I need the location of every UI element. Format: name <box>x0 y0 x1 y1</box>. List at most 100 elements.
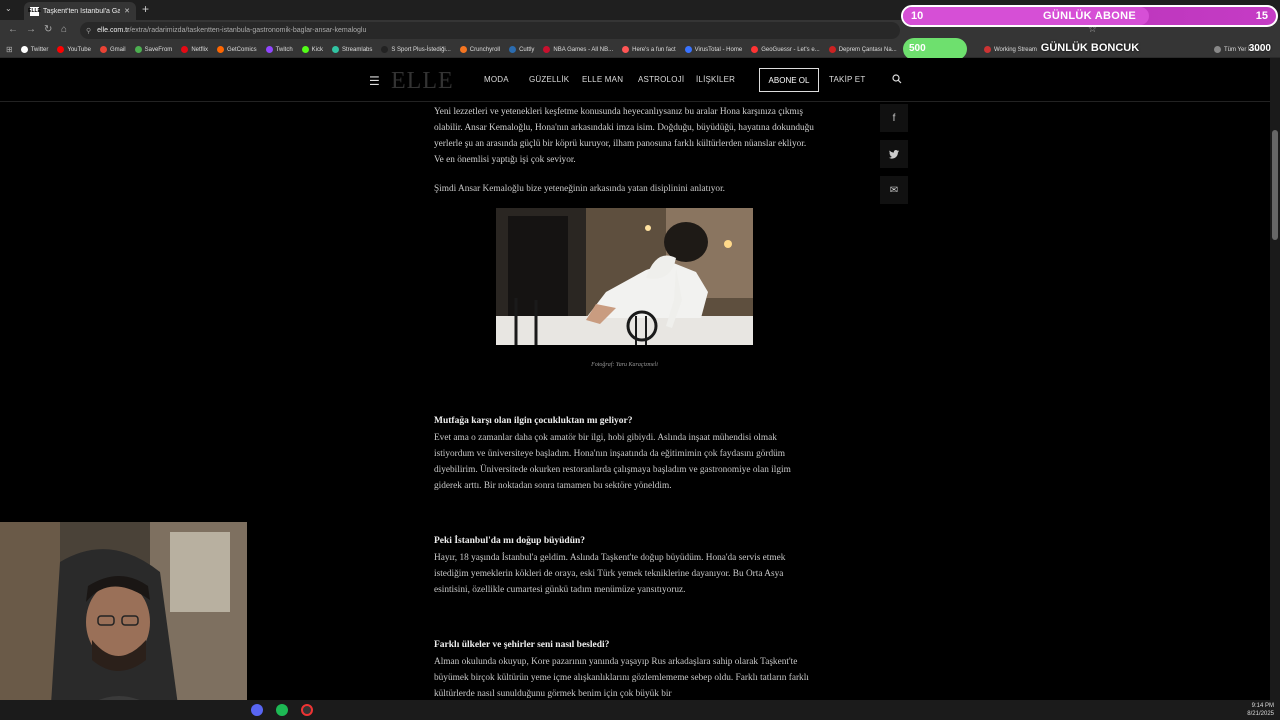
daily-subscriber-goal-overlay: GÜNLÜK ABONE 10 15 <box>901 5 1278 27</box>
question-heading-2: Peki İstanbul'da mı doğup büyüdün? <box>434 536 586 546</box>
bookmark-item[interactable]: Netflix <box>181 46 208 53</box>
bookmark-item[interactable]: Twitter <box>20 46 49 53</box>
subscriber-goal-label: GÜNLÜK ABONE <box>1042 10 1137 22</box>
site-header: ☰ ELLE MODA GÜZELLİK ELLE MAN ASTROLOJİ … <box>0 58 1270 102</box>
nav-astroloji[interactable]: ASTROLOJİ <box>638 75 684 84</box>
bookmark-item[interactable]: Crunchyroll <box>459 46 501 53</box>
url-bar[interactable]: ⚲ elle.com.tr /extra/radarimizda/taskent… <box>80 22 900 39</box>
bookmark-label: Crunchyroll <box>469 46 501 53</box>
bookmark-label: SaveFrom <box>144 46 173 53</box>
tab-title: Taşkent'ten İstanbul'a Gastrono <box>43 7 121 15</box>
search-icon[interactable] <box>892 74 902 87</box>
bookmark-label: Netflix <box>191 46 208 53</box>
bookmark-label: Twitter <box>30 46 49 53</box>
bookmark-favicon-icon <box>332 46 340 53</box>
bookmark-item[interactable]: Twitch <box>265 46 293 53</box>
new-tab-plus-icon[interactable]: + <box>142 2 149 16</box>
twitter-share-icon[interactable] <box>880 140 908 168</box>
system-clock: 9:14 PM 8/21/2025 <box>1247 702 1274 718</box>
bookmark-favicon-icon <box>751 46 759 53</box>
nav-iliskiler[interactable]: İLİŞKİLER <box>696 75 735 84</box>
bookmark-favicon-icon <box>622 46 630 53</box>
bookmark-label: S Sport Plus-İstediği... <box>391 46 451 53</box>
email-share-icon[interactable]: ✉ <box>880 176 908 204</box>
page-scrollbar[interactable] <box>1270 58 1280 700</box>
chrome-icon[interactable] <box>301 704 313 716</box>
elle-logo[interactable]: ELLE <box>391 68 454 95</box>
url-domain: elle.com.tr <box>97 27 130 34</box>
bookmark-item[interactable]: Deprem Çantası Na... <box>828 46 897 53</box>
article-lead: Şimdi Ansar Kemaloğlu bize yeteneğinin a… <box>434 184 725 194</box>
article-photo <box>496 208 753 345</box>
bookmark-item[interactable]: Gmail <box>99 46 126 53</box>
bookmark-item[interactable]: SaveFrom <box>134 46 173 53</box>
bookmark-label: YouTube <box>67 46 91 53</box>
subscriber-goal-target: 15 <box>1255 10 1268 22</box>
bookmark-favicon-icon <box>134 46 142 53</box>
bookmark-favicon-icon <box>20 46 28 53</box>
site-info-icon[interactable]: ⚲ <box>86 27 91 35</box>
photo-caption: Fotoğraf: Yaru Karaçizmeli <box>591 362 658 368</box>
bookmark-label: Streamlabs <box>342 46 373 53</box>
elle-favicon: ELLE <box>28 6 41 16</box>
bookmark-item[interactable]: Streamlabs <box>332 46 372 53</box>
url-path: /extra/radarimizda/taskentten-istanbula-… <box>129 27 367 34</box>
nav-guzellik[interactable]: GÜZELLİK <box>529 75 569 84</box>
bookmark-item[interactable]: S Sport Plus-İstediği... <box>381 46 451 53</box>
bookmark-item[interactable]: YouTube <box>57 46 91 53</box>
bookmark-item[interactable]: Kick <box>301 46 323 53</box>
forward-arrow-icon[interactable]: → <box>26 24 36 35</box>
tab-close-icon[interactable]: ✕ <box>124 7 130 15</box>
bookmark-favicon-icon <box>265 46 273 53</box>
bookmark-favicon-icon <box>99 46 107 53</box>
bookmark-favicon-icon <box>459 46 467 53</box>
hamburger-menu-icon[interactable]: ☰ <box>369 74 380 88</box>
bookmark-favicon-icon <box>684 46 692 53</box>
spotify-icon[interactable] <box>276 704 288 716</box>
daily-bead-goal-overlay: 500 GÜNLÜK BONCUK 3000 <box>903 38 1277 60</box>
back-arrow-icon[interactable]: ← <box>8 24 18 35</box>
follow-link[interactable]: TAKİP ET <box>829 75 865 84</box>
bookmark-favicon-icon <box>828 46 836 53</box>
bookmark-favicon-icon <box>181 46 189 53</box>
browser-tab-active[interactable]: ELLE Taşkent'ten İstanbul'a Gastrono ✕ <box>24 2 136 20</box>
answer-paragraph-2: Hayır, 18 yaşında İstanbul'a geldim. Asl… <box>434 553 786 595</box>
clock-date: 8/21/2025 <box>1247 711 1274 717</box>
nav-moda[interactable]: MODA <box>484 75 509 84</box>
facebook-share-icon[interactable]: f <box>880 104 908 132</box>
bookmark-item[interactable]: Cuttly <box>509 46 534 53</box>
home-icon[interactable]: ⌂ <box>61 24 67 35</box>
bookmark-label: Cuttly <box>519 46 535 53</box>
bookmark-item[interactable]: VirusTotal - Home <box>684 46 743 53</box>
scrollbar-thumb[interactable] <box>1272 130 1278 240</box>
bookmark-label: VirusTotal - Home <box>694 46 743 53</box>
bookmark-favicon-icon <box>57 46 65 53</box>
apps-grid-icon[interactable]: ⊞ <box>6 45 13 54</box>
bead-goal-target: 3000 <box>1248 43 1271 54</box>
bookmark-item[interactable]: Here's a fun fact <box>622 46 676 53</box>
question-heading-3: Farklı ülkeler ve şehirler seni nasıl be… <box>434 640 610 650</box>
bookmark-label: Here's a fun fact <box>632 46 676 53</box>
taskbar: 9:14 PM 8/21/2025 <box>0 700 1280 720</box>
subscriber-goal-current: 10 <box>911 10 924 22</box>
answer-paragraph-3: Alman okulunda okuyup, Kore pazarının ya… <box>434 657 809 699</box>
discord-icon[interactable] <box>251 704 263 716</box>
reload-icon[interactable]: ↻ <box>44 24 52 35</box>
clock-time: 9:14 PM <box>1251 703 1274 709</box>
bookmark-label: NBA Games - All NB... <box>553 46 614 53</box>
bookmark-item[interactable]: GeoGuessr - Let's e... <box>751 46 820 53</box>
bookmark-label: Deprem Çantası Na... <box>838 46 897 53</box>
answer-paragraph-1: Evet ama o zamanlar daha çok amatör bir … <box>434 433 791 491</box>
question-heading-1: Mutfağa karşı olan ilgin çocukluktan mı … <box>434 416 633 426</box>
bookmark-label: Twitch <box>275 46 293 53</box>
bookmark-favicon-icon <box>301 46 309 53</box>
bead-goal-label: GÜNLÜK BONCUK <box>1040 42 1140 54</box>
subscribe-button[interactable]: ABONE OL <box>759 68 819 92</box>
bookmark-favicon-icon <box>509 46 517 53</box>
nav-elle-man[interactable]: ELLE MAN <box>582 75 623 84</box>
tab-search-chevron-icon[interactable]: ⌄ <box>5 4 12 13</box>
bookmark-favicon-icon <box>543 46 551 53</box>
bookmark-item[interactable]: NBA Games - All NB... <box>543 46 613 53</box>
article-intro: Yeni lezzetleri ve yetenekleri keşfetme … <box>434 107 814 165</box>
bookmark-item[interactable]: GetComics <box>216 46 257 53</box>
